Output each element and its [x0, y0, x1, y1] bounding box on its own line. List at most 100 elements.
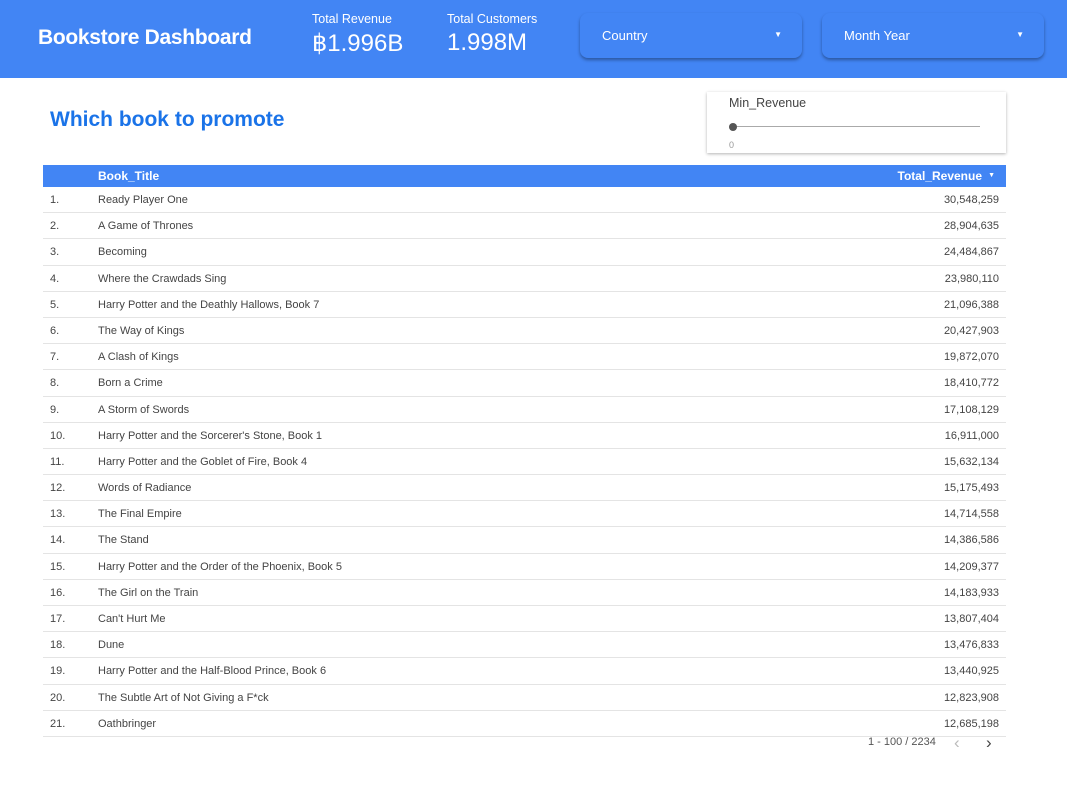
row-number: 21.: [50, 717, 66, 730]
table-row[interactable]: 3. Becoming 24,484,867: [43, 239, 1006, 266]
total-revenue: 24,484,867: [943, 246, 999, 259]
total-revenue: 15,632,134: [943, 455, 999, 468]
book-title: Can't Hurt Me: [98, 613, 166, 625]
total-revenue: 30,548,259: [943, 194, 999, 206]
total-revenue: 23,980,110: [944, 272, 999, 285]
total-revenue: 14,386,586: [943, 534, 999, 547]
row-number: 14.: [50, 534, 66, 547]
book-title: Harry Potter and the Order of the Phoeni…: [98, 560, 342, 573]
row-number: 13.: [50, 508, 66, 521]
kpi-value: 1.998M: [447, 29, 528, 56]
total-revenue: 14,183,933: [943, 586, 999, 599]
table-row[interactable]: 17. Can't Hurt Me 13,807,404: [43, 606, 1006, 633]
table-row[interactable]: 1. Ready Player One 30,548,259: [43, 187, 1006, 214]
kpi-label: Total Revenue: [312, 12, 392, 26]
table-row[interactable]: 18. Dune 13,476,833: [43, 632, 1006, 659]
row-number: 20.: [50, 691, 66, 704]
table-row[interactable]: 6. The Way of Kings 20,427,903: [43, 318, 1006, 345]
row-number: 8.: [50, 377, 60, 390]
header: Bookstore Dashboard Total Revenue ฿1.996…: [0, 0, 1067, 78]
section-title: Which book to promote: [50, 108, 285, 131]
table-row[interactable]: 11. Harry Potter and the Goblet of Fire, …: [43, 449, 1006, 476]
total-revenue: 12,823,908: [943, 691, 999, 704]
total-revenue: 16,911,000: [944, 429, 999, 442]
row-number: 19.: [50, 665, 66, 678]
book-title: Where the Crawdads Sing: [98, 272, 227, 285]
row-number: 9.: [50, 403, 60, 416]
filter-label: Country: [602, 28, 648, 43]
kpi-label: Total Customers: [447, 12, 538, 26]
row-number: 2.: [50, 220, 60, 233]
previous-page-icon[interactable]: ‹: [954, 733, 960, 753]
table-row[interactable]: 20. The Subtle Art of Not Giving a F*ck 12…: [43, 685, 1006, 711]
book-title: The Way of Kings: [98, 324, 185, 337]
total-revenue: 18,410,772: [943, 377, 999, 390]
table-row[interactable]: 12. Words of Radiance 15,175,493: [43, 475, 1006, 502]
book-title: Harry Potter and the Half-Blood Prince, …: [98, 665, 327, 678]
book-title: Harry Potter and the Deathly Hallows, Bo…: [98, 298, 320, 311]
row-number: 12.: [50, 482, 66, 495]
total-revenue: 14,714,558: [943, 508, 999, 521]
total-revenue: 17,108,129: [943, 403, 999, 416]
table-row[interactable]: 5. Harry Potter and the Deathly Hallows, …: [43, 292, 1006, 318]
dropdown-arrow-icon: ▼: [1016, 30, 1024, 39]
table-header: Book_Title Total_Revenue ▼: [43, 165, 1006, 187]
slider-label: Min_Revenue: [729, 96, 807, 110]
kpi-total-revenue: Total Revenue ฿1.996B: [312, 12, 403, 58]
table-row[interactable]: 8. Born a Crime 18,410,772: [43, 370, 1006, 397]
book-title: The Girl on the Train: [98, 586, 199, 599]
row-number: 1.: [50, 194, 60, 206]
next-page-icon[interactable]: ›: [986, 733, 992, 753]
table-row[interactable]: 13. The Final Empire 14,714,558: [43, 501, 1006, 528]
table-row[interactable]: 16. The Girl on the Train 14,183,933: [43, 580, 1006, 606]
row-number: 16.: [50, 586, 66, 599]
book-title: A Clash of Kings: [98, 351, 179, 364]
total-revenue: 13,476,833: [943, 639, 999, 652]
slider-handle[interactable]: [729, 123, 737, 131]
month-year-filter[interactable]: Month Year ▼: [822, 13, 1044, 58]
total-revenue: 13,807,404: [943, 613, 999, 625]
column-header-book-title[interactable]: Book_Title: [98, 169, 159, 183]
table-row[interactable]: 21. Oathbringer 12,685,198: [43, 711, 1006, 737]
book-title: Harry Potter and the Goblet of Fire, Boo…: [98, 455, 308, 468]
total-revenue: 28,904,635: [943, 220, 999, 233]
table-row[interactable]: 15. Harry Potter and the Order of the Pho…: [43, 554, 1006, 580]
row-number: 10.: [50, 429, 66, 442]
slider-value: 0: [729, 140, 735, 150]
row-number: 3.: [50, 246, 60, 259]
table-row[interactable]: 9. A Storm of Swords 17,108,129: [43, 397, 1006, 423]
dashboard-title: Bookstore Dashboard: [38, 26, 252, 49]
book-title: Ready Player One: [98, 194, 188, 206]
total-revenue: 20,427,903: [943, 324, 999, 337]
table-row[interactable]: 14. The Stand 14,386,586: [43, 527, 1006, 554]
pagination-label: 1 - 100 / 2234: [868, 736, 936, 748]
sort-descending-icon[interactable]: ▼: [988, 172, 995, 179]
row-number: 15.: [50, 560, 66, 573]
slider-track[interactable]: [733, 126, 980, 127]
kpi-total-customers: Total Customers 1.998M: [447, 12, 537, 57]
country-filter[interactable]: Country ▼: [580, 13, 802, 58]
table-row[interactable]: 2. A Game of Thrones 28,904,635: [43, 213, 1006, 240]
book-title: Words of Radiance: [98, 482, 192, 495]
book-title: Oathbringer: [98, 717, 157, 730]
book-title: The Final Empire: [98, 508, 182, 521]
total-revenue: 13,440,925: [943, 665, 999, 678]
table-row[interactable]: 7. A Clash of Kings 19,872,070: [43, 344, 1006, 371]
kpi-value: ฿1.996B: [312, 30, 404, 57]
table-row[interactable]: 19. Harry Potter and the Half-Blood Princ…: [43, 658, 1006, 685]
column-header-total-revenue[interactable]: Total_Revenue: [898, 169, 982, 183]
book-title: Harry Potter and the Sorcerer's Stone, B…: [98, 429, 323, 442]
table-row[interactable]: 4. Where the Crawdads Sing 23,980,110: [43, 266, 1006, 292]
row-number: 4.: [50, 272, 60, 285]
table-row[interactable]: 10. Harry Potter and the Sorcerer's Stone…: [43, 423, 1006, 449]
row-number: 5.: [50, 298, 60, 311]
row-number: 11.: [50, 455, 65, 468]
book-title: The Subtle Art of Not Giving a F*ck: [98, 691, 269, 704]
min-revenue-slider[interactable]: Min_Revenue 0: [707, 92, 1006, 153]
filter-label: Month Year: [844, 28, 910, 43]
row-number: 6.: [50, 324, 60, 337]
book-title: Born a Crime: [98, 377, 163, 390]
book-title: The Stand: [98, 534, 149, 547]
book-title: Becoming: [98, 246, 147, 259]
total-revenue: 21,096,388: [943, 298, 999, 311]
